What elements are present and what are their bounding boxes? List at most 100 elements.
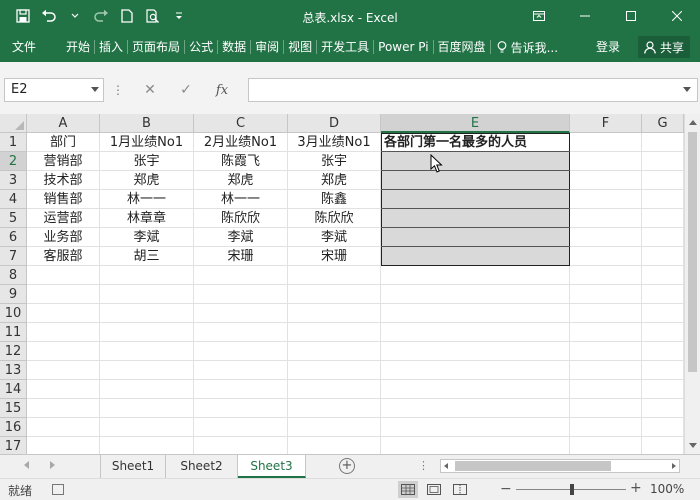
cell-g3[interactable] xyxy=(642,171,684,190)
cell-g14[interactable] xyxy=(642,380,684,399)
tab-view[interactable]: 视图 xyxy=(284,32,316,62)
row-header-17[interactable]: 17 xyxy=(0,437,27,454)
cell-e6[interactable] xyxy=(381,228,570,247)
cell-a5[interactable]: 运营部 xyxy=(27,209,100,228)
tab-baidu-netdisk[interactable]: 百度网盘 xyxy=(434,32,490,62)
tab-data[interactable]: 数据 xyxy=(218,32,250,62)
cell-a1[interactable]: 部门 xyxy=(27,133,100,152)
cell-a15[interactable] xyxy=(27,399,100,418)
cell-a6[interactable]: 业务部 xyxy=(27,228,100,247)
zoom-level[interactable]: 100% xyxy=(650,482,684,496)
cell-g1[interactable] xyxy=(642,133,684,152)
cell-c12[interactable] xyxy=(194,342,288,361)
row-header-8[interactable]: 8 xyxy=(0,266,27,285)
cell-a3[interactable]: 技术部 xyxy=(27,171,100,190)
cell-d7[interactable]: 宋珊 xyxy=(288,247,381,266)
column-header-b[interactable]: B xyxy=(100,114,194,133)
maximize-icon[interactable] xyxy=(608,0,654,32)
cell-g12[interactable] xyxy=(642,342,684,361)
cell-e12[interactable] xyxy=(381,342,570,361)
cell-a9[interactable] xyxy=(27,285,100,304)
cell-b6[interactable]: 李斌 xyxy=(100,228,194,247)
row-header-2[interactable]: 2 xyxy=(0,152,27,171)
cell-f8[interactable] xyxy=(570,266,642,285)
cell-d8[interactable] xyxy=(288,266,381,285)
cell-g8[interactable] xyxy=(642,266,684,285)
cell-f17[interactable] xyxy=(570,437,642,454)
zoom-out-button[interactable]: − xyxy=(500,481,512,497)
cell-d5[interactable]: 陈欣欣 xyxy=(288,209,381,228)
cell-e1[interactable]: 各部门第一名最多的人员 xyxy=(381,133,570,152)
row-header-10[interactable]: 10 xyxy=(0,304,27,323)
cell-a10[interactable] xyxy=(27,304,100,323)
sheet-tab-sheet2[interactable]: Sheet2 xyxy=(166,455,238,478)
cell-d13[interactable] xyxy=(288,361,381,380)
cell-b16[interactable] xyxy=(100,418,194,437)
cell-c8[interactable] xyxy=(194,266,288,285)
cell-d1[interactable]: 3月业绩No1 xyxy=(288,133,381,152)
cell-d10[interactable] xyxy=(288,304,381,323)
column-header-g[interactable]: G xyxy=(642,114,684,133)
cell-g17[interactable] xyxy=(642,437,684,454)
ribbon-display-options-icon[interactable] xyxy=(516,0,562,32)
cell-g5[interactable] xyxy=(642,209,684,228)
cell-e8[interactable] xyxy=(381,266,570,285)
expand-formula-bar-icon[interactable] xyxy=(683,87,691,92)
insert-function-icon[interactable]: fx xyxy=(211,83,233,98)
cell-a7[interactable]: 客服部 xyxy=(27,247,100,266)
cell-b10[interactable] xyxy=(100,304,194,323)
row-header-5[interactable]: 5 xyxy=(0,209,27,228)
cell-b17[interactable] xyxy=(100,437,194,454)
macro-record-icon[interactable] xyxy=(52,484,64,495)
cell-f3[interactable] xyxy=(570,171,642,190)
cell-d3[interactable]: 郑虎 xyxy=(288,171,381,190)
login-link[interactable]: 登录 xyxy=(596,32,620,62)
cell-e2[interactable] xyxy=(381,152,570,171)
column-header-d[interactable]: D xyxy=(288,114,381,133)
add-sheet-icon[interactable]: + xyxy=(339,458,355,474)
cell-e16[interactable] xyxy=(381,418,570,437)
cell-f16[interactable] xyxy=(570,418,642,437)
sheet-tab-sheet1[interactable]: Sheet1 xyxy=(100,455,166,478)
row-header-3[interactable]: 3 xyxy=(0,171,27,190)
cell-a12[interactable] xyxy=(27,342,100,361)
vertical-scroll-thumb[interactable] xyxy=(688,132,697,372)
minimize-icon[interactable] xyxy=(562,0,608,32)
cell-d2[interactable]: 张宇 xyxy=(288,152,381,171)
cell-a16[interactable] xyxy=(27,418,100,437)
close-icon[interactable] xyxy=(654,0,700,32)
cell-g6[interactable] xyxy=(642,228,684,247)
prev-sheet-icon[interactable] xyxy=(24,461,29,469)
name-box[interactable]: E2 xyxy=(4,78,104,102)
cell-g2[interactable] xyxy=(642,152,684,171)
tab-page-layout[interactable]: 页面布局 xyxy=(128,32,184,62)
horizontal-scrollbar[interactable] xyxy=(440,459,680,473)
cell-e4[interactable] xyxy=(381,190,570,209)
cell-f7[interactable] xyxy=(570,247,642,266)
cell-c3[interactable]: 郑虎 xyxy=(194,171,288,190)
cell-f1[interactable] xyxy=(570,133,642,152)
page-layout-view-icon[interactable] xyxy=(424,481,444,498)
cell-f4[interactable] xyxy=(570,190,642,209)
column-header-f[interactable]: F xyxy=(570,114,642,133)
cell-f2[interactable] xyxy=(570,152,642,171)
tell-me-box[interactable]: 告诉我... xyxy=(491,39,564,56)
row-header-16[interactable]: 16 xyxy=(0,418,27,437)
cell-f14[interactable] xyxy=(570,380,642,399)
cell-d14[interactable] xyxy=(288,380,381,399)
scroll-right-icon[interactable] xyxy=(672,463,676,469)
cell-d15[interactable] xyxy=(288,399,381,418)
cell-d6[interactable]: 李斌 xyxy=(288,228,381,247)
cell-c14[interactable] xyxy=(194,380,288,399)
row-header-6[interactable]: 6 xyxy=(0,228,27,247)
cell-b3[interactable]: 郑虎 xyxy=(100,171,194,190)
cancel-icon[interactable]: ✕ xyxy=(139,82,161,98)
cell-f15[interactable] xyxy=(570,399,642,418)
select-all-corner[interactable] xyxy=(0,114,27,133)
cell-a4[interactable]: 销售部 xyxy=(27,190,100,209)
tab-home[interactable]: 开始 xyxy=(62,32,94,62)
cell-c9[interactable] xyxy=(194,285,288,304)
normal-view-icon[interactable] xyxy=(398,481,418,498)
scroll-up-icon[interactable] xyxy=(689,120,697,125)
column-header-c[interactable]: C xyxy=(194,114,288,133)
